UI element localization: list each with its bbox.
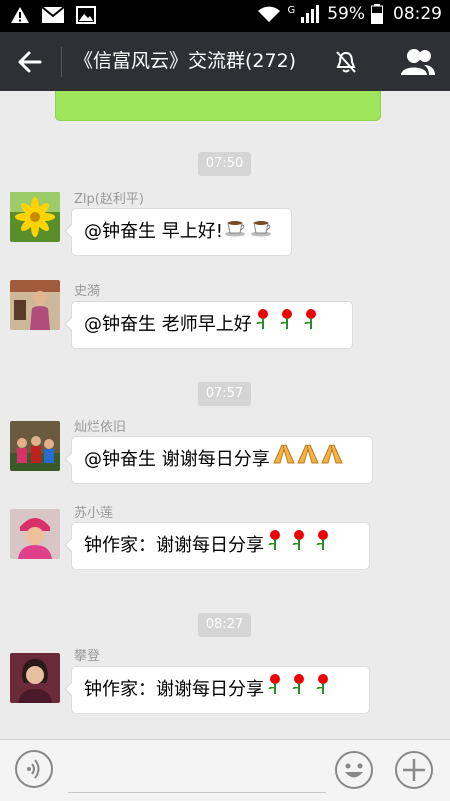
message-text: @钟奋生 老师早上好 — [84, 314, 252, 335]
avatar[interactable] — [10, 509, 60, 559]
back-arrow-icon — [18, 51, 42, 73]
person-avatar-image — [10, 653, 60, 703]
avatar[interactable] — [10, 653, 60, 703]
coffee-icon — [224, 209, 275, 255]
more-button[interactable] — [395, 751, 433, 789]
smiley-icon — [345, 763, 363, 778]
input-bar — [0, 739, 450, 801]
image-notification-icon — [76, 6, 96, 24]
avatar[interactable] — [10, 280, 60, 330]
battery-percent: 59% — [327, 4, 365, 24]
network-type: G — [287, 4, 296, 16]
timestamp: 07:57 — [198, 382, 251, 406]
group-members-icon[interactable] — [400, 48, 436, 76]
clock: 08:29 — [393, 4, 442, 24]
battery-icon — [371, 4, 383, 24]
message-text: 钟作家：谢谢每日分享 — [84, 535, 264, 556]
previous-sent-bubble[interactable] — [55, 91, 381, 121]
message-bubble[interactable]: @钟奋生 早上好! — [64, 208, 292, 256]
message-text: 钟作家：谢谢每日分享 — [84, 679, 264, 700]
rose-icon — [266, 523, 338, 569]
group-photo-avatar-image — [10, 421, 60, 471]
mail-notification-icon — [42, 7, 64, 23]
sender-name: 苏小莲 — [74, 506, 114, 521]
praying-hands-icon — [272, 437, 344, 483]
plus-icon — [403, 759, 425, 781]
avatar[interactable] — [10, 192, 60, 242]
rose-icon — [266, 667, 338, 713]
message-list[interactable]: 07:50 Zlp(赵利平) @钟奋生 早上好! 史漪 @钟奋生 老师早上好 0… — [0, 91, 450, 739]
signal-icon — [301, 5, 320, 23]
message-text: @钟奋生 谢谢每日分享 — [84, 449, 270, 470]
back-button[interactable] — [14, 47, 46, 77]
message-bubble[interactable]: 钟作家：谢谢每日分享 — [64, 666, 370, 714]
rose-icon — [254, 302, 326, 348]
voice-icon — [27, 759, 40, 779]
mute-bell-icon — [336, 51, 356, 73]
timestamp: 08:27 — [198, 613, 251, 637]
sender-name: 攀登 — [74, 649, 101, 664]
sender-name: 灿烂依旧 — [74, 420, 127, 435]
message-bubble[interactable]: @钟奋生 谢谢每日分享 — [64, 436, 373, 484]
warning-notification-icon — [11, 7, 29, 23]
voice-button[interactable] — [15, 750, 53, 788]
person-avatar-image — [10, 280, 60, 330]
avatar[interactable] — [10, 421, 60, 471]
timestamp: 07:50 — [198, 152, 251, 176]
status-bar: G 59% 08:29 — [0, 0, 450, 32]
wifi-icon — [258, 6, 281, 22]
chat-header: 《信富风云》交流群(272) — [0, 32, 450, 91]
chat-title: 《信富风云》交流群(272) — [74, 50, 297, 72]
emoji-button[interactable] — [335, 751, 373, 789]
message-bubble[interactable]: @钟奋生 老师早上好 — [64, 301, 353, 349]
person-avatar-image — [10, 509, 60, 559]
sender-name: 史漪 — [74, 284, 101, 299]
message-bubble[interactable]: 钟作家：谢谢每日分享 — [64, 522, 370, 570]
sender-name: Zlp(赵利平) — [74, 192, 144, 207]
message-input[interactable] — [68, 750, 326, 793]
flower-avatar-image — [10, 192, 60, 242]
header-divider — [61, 47, 62, 77]
message-text: @钟奋生 早上好! — [84, 221, 223, 242]
